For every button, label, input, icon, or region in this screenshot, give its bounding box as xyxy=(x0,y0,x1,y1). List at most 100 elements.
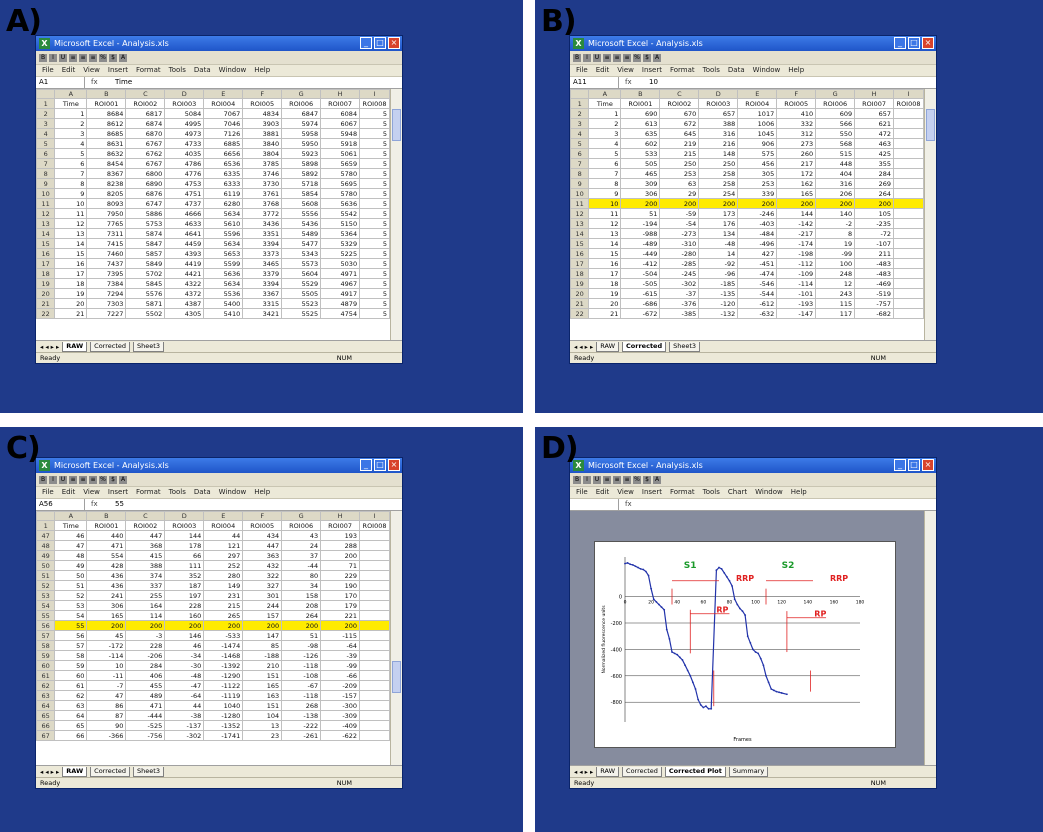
cell[interactable]: -403 xyxy=(737,218,778,229)
cell[interactable]: 144 xyxy=(776,208,817,219)
cell[interactable]: -30 xyxy=(164,660,205,671)
sheet-tab[interactable]: Sheet3 xyxy=(669,341,701,352)
sheet-tab[interactable]: Corrected xyxy=(622,341,667,352)
cell[interactable]: 7 xyxy=(588,168,622,179)
cell[interactable]: -107 xyxy=(854,238,895,249)
menu-item[interactable]: File xyxy=(576,65,588,76)
cell[interactable]: 53 xyxy=(54,600,88,611)
cell[interactable]: 48 xyxy=(54,550,88,561)
row-header[interactable]: 59 xyxy=(36,650,56,661)
row-header[interactable]: 53 xyxy=(36,590,56,601)
cell[interactable]: -48 xyxy=(164,670,205,681)
column-header[interactable]: B xyxy=(620,89,661,99)
cell[interactable]: -7 xyxy=(86,680,127,691)
cell[interactable]: -449 xyxy=(620,248,661,259)
minimize-button[interactable]: _ xyxy=(360,459,372,471)
cell[interactable]: 146 xyxy=(164,630,205,641)
menu-item[interactable]: View xyxy=(83,65,100,76)
cell[interactable]: 273 xyxy=(776,138,817,149)
cell[interactable]: -672 xyxy=(620,308,661,319)
cell[interactable]: 86 xyxy=(86,700,127,711)
menu-item[interactable]: Window xyxy=(219,65,247,76)
cell[interactable]: 5653 xyxy=(203,248,244,259)
cell[interactable] xyxy=(359,600,390,611)
cell[interactable]: 3761 xyxy=(242,188,283,199)
row-header[interactable]: 6 xyxy=(36,148,56,159)
spreadsheet-grid[interactable]: A B C D E F G H I 1 Time ROI001 ROI002 ROI003 ROI004 RO… xyxy=(36,511,390,766)
menu-item[interactable]: View xyxy=(617,65,634,76)
cell[interactable]: 151 xyxy=(242,670,283,681)
minimize-button[interactable]: _ xyxy=(360,37,372,49)
cell[interactable]: 61 xyxy=(54,680,88,691)
cell[interactable]: 200 xyxy=(281,620,322,631)
cell[interactable]: 8 xyxy=(588,178,622,189)
close-button[interactable]: × xyxy=(388,459,400,471)
cell[interactable]: 57 xyxy=(54,640,88,651)
column-header[interactable]: E xyxy=(203,89,244,99)
cell[interactable]: 465 xyxy=(620,168,661,179)
cell[interactable]: 46 xyxy=(164,640,205,651)
cell[interactable]: 456 xyxy=(737,158,778,169)
cell[interactable]: 260 xyxy=(776,148,817,159)
cell[interactable]: 15 xyxy=(54,248,88,259)
cell[interactable]: 5410 xyxy=(203,308,244,319)
menu-item[interactable]: View xyxy=(617,487,634,498)
cell[interactable]: 5364 xyxy=(320,228,361,239)
cell[interactable]: 5 xyxy=(359,138,390,149)
row-header[interactable]: 63 xyxy=(36,690,56,701)
cell[interactable]: 5702 xyxy=(125,268,166,279)
cell[interactable]: 50 xyxy=(54,570,88,581)
cell[interactable]: -1119 xyxy=(203,690,244,701)
cell[interactable]: 5948 xyxy=(320,128,361,139)
close-button[interactable]: × xyxy=(388,37,400,49)
column-header[interactable]: F xyxy=(242,89,283,99)
cell[interactable]: 14 xyxy=(588,238,622,249)
cell[interactable]: 489 xyxy=(125,690,166,701)
cell[interactable]: 8 xyxy=(815,228,856,239)
cell[interactable]: ROI002 xyxy=(125,520,166,531)
column-header[interactable]: I xyxy=(359,89,390,99)
cell[interactable]: 670 xyxy=(659,108,700,119)
cell[interactable]: ROI008 xyxy=(359,98,390,109)
cell[interactable]: 5150 xyxy=(320,218,361,229)
cell[interactable]: 216 xyxy=(698,138,739,149)
cell[interactable]: -38 xyxy=(164,710,205,721)
cell[interactable]: 7765 xyxy=(86,218,127,229)
cell[interactable]: 228 xyxy=(164,600,205,611)
cell[interactable]: 147 xyxy=(242,630,283,641)
cell[interactable]: 23 xyxy=(242,730,283,741)
cell[interactable]: -1290 xyxy=(203,670,244,681)
cell[interactable] xyxy=(893,108,924,119)
cell[interactable]: 16 xyxy=(54,258,88,269)
cell[interactable]: 190 xyxy=(320,580,361,591)
cell[interactable]: -101 xyxy=(776,288,817,299)
cell[interactable]: 149 xyxy=(203,580,244,591)
menu-item[interactable]: Help xyxy=(254,65,270,76)
cell[interactable]: 44 xyxy=(203,530,244,541)
cell[interactable]: 215 xyxy=(203,600,244,611)
cell[interactable]: 6536 xyxy=(203,158,244,169)
cell[interactable]: -126 xyxy=(281,650,322,661)
cell[interactable]: 187 xyxy=(164,580,205,591)
cell[interactable]: -1474 xyxy=(203,640,244,651)
cell[interactable]: 5950 xyxy=(281,138,322,149)
cell[interactable]: 5596 xyxy=(203,228,244,239)
cell[interactable]: -198 xyxy=(776,248,817,259)
row-header[interactable]: 51 xyxy=(36,570,56,581)
cell[interactable]: 1006 xyxy=(737,118,778,129)
column-header[interactable]: G xyxy=(281,511,322,521)
cell[interactable]: 337 xyxy=(125,580,166,591)
menu-item[interactable]: Format xyxy=(670,65,695,76)
cell[interactable]: 52 xyxy=(54,590,88,601)
cell[interactable] xyxy=(359,540,390,551)
cell[interactable]: 7395 xyxy=(86,268,127,279)
cell[interactable]: -118 xyxy=(281,660,322,671)
cell[interactable]: 7294 xyxy=(86,288,127,299)
cell[interactable]: 4372 xyxy=(164,288,205,299)
cell[interactable]: 265 xyxy=(203,610,244,621)
name-box[interactable] xyxy=(570,499,619,510)
cell[interactable]: 322 xyxy=(242,570,283,581)
menu-item[interactable]: View xyxy=(83,487,100,498)
cell[interactable]: ROI003 xyxy=(164,520,205,531)
cell[interactable]: 7046 xyxy=(203,118,244,129)
